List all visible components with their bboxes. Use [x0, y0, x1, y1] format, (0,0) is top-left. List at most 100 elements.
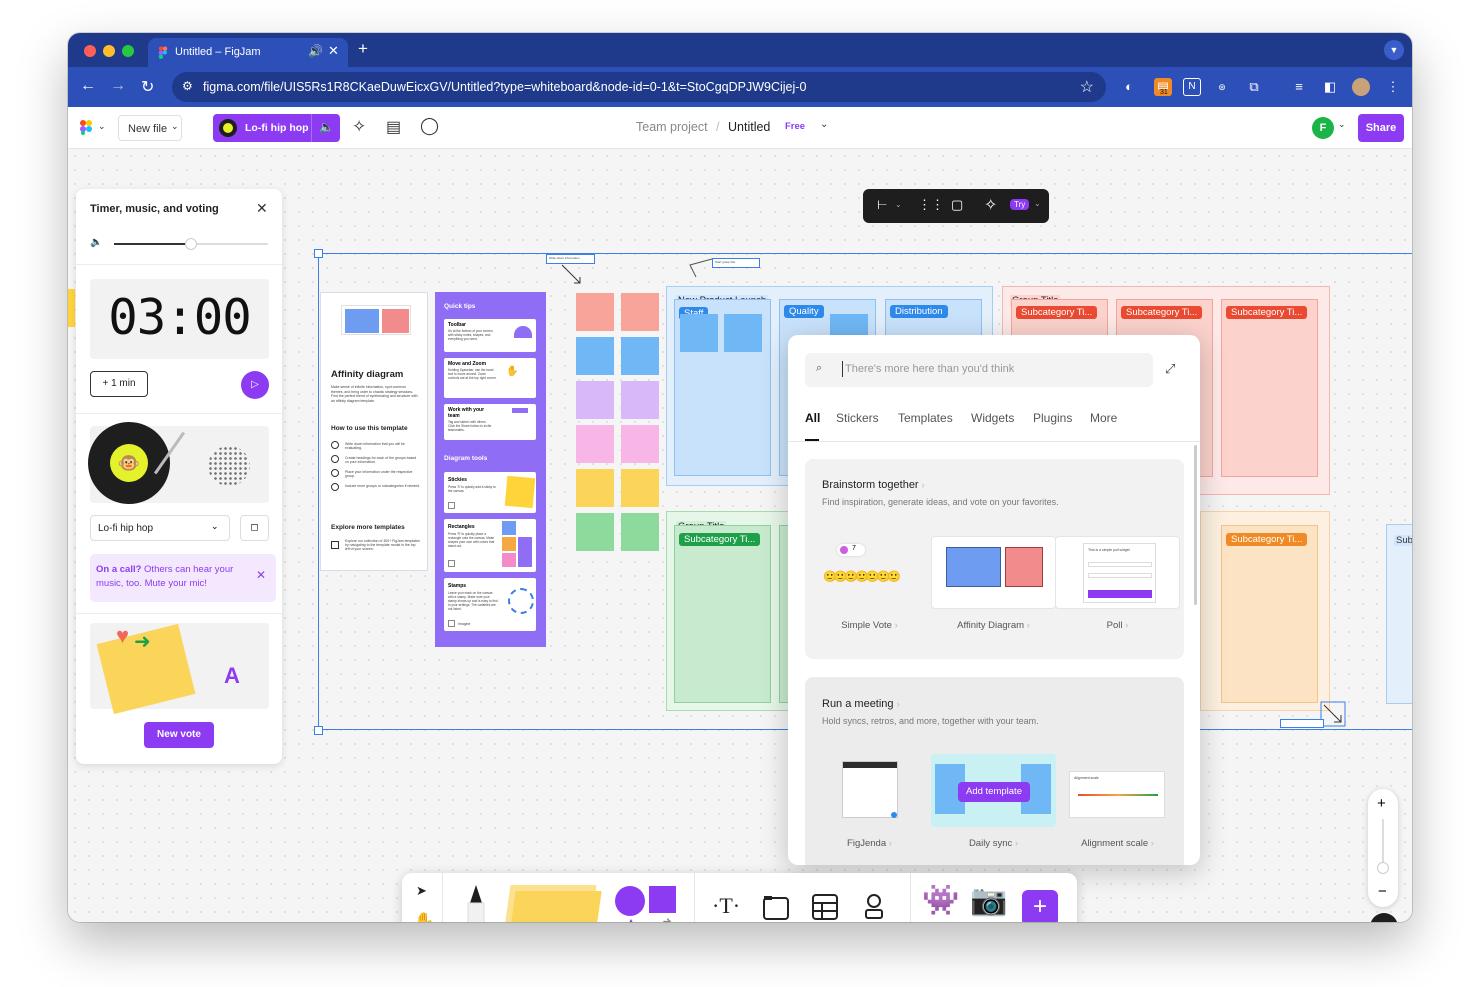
column-subcategory-3[interactable] — [1221, 299, 1318, 477]
triangle-shape-icon[interactable] — [616, 917, 646, 922]
tab-all[interactable]: All — [805, 411, 820, 425]
play-timer-button[interactable]: ▷ — [241, 371, 269, 399]
back-arrow-icon[interactable]: ← — [80, 77, 96, 95]
label-subcategory-1[interactable]: Subcategory Ti... — [1016, 306, 1098, 319]
resize-handle-tl[interactable] — [314, 249, 323, 258]
alignment-scale-caption[interactable]: Alignment scale › — [1055, 838, 1180, 849]
new-vote-button[interactable]: New vote — [144, 722, 214, 748]
bookmark-star-icon[interactable]: ☆ — [1080, 77, 1094, 97]
tab-close-icon[interactable]: ✕ — [328, 43, 339, 59]
figjam-canvas[interactable]: ⊢ ⌄ ⋮⋮ ▢ ✧ Try ⌄ Affinity diagram Make s… — [68, 149, 1412, 922]
plan-badge[interactable]: Free — [785, 121, 805, 132]
grid-dots-icon[interactable]: ⋮⋮ — [918, 197, 944, 213]
circle-shape-icon[interactable] — [615, 886, 645, 916]
section-frame-tool-icon[interactable] — [762, 893, 790, 921]
browser-tab[interactable]: Untitled – FigJam 🔊 ✕ — [148, 38, 348, 67]
music-player-button[interactable]: Lo-fi hip hop 🔈 — [213, 114, 340, 142]
browser-menu-icon[interactable]: ⋮ — [1384, 78, 1402, 96]
sticky-note-yellow[interactable] — [576, 469, 614, 507]
minimize-window-button[interactable] — [103, 45, 115, 57]
expand-popover-icon[interactable]: ⤢ — [1165, 361, 1175, 377]
label-distribution[interactable]: Distribution — [890, 305, 948, 318]
label-sub-cut[interactable]: Sub — [1394, 535, 1412, 546]
extension-notion-icon[interactable]: N — [1183, 78, 1201, 96]
tab-widgets[interactable]: Widgets — [971, 411, 1014, 425]
new-file-button[interactable]: New file ⌄ — [118, 115, 182, 141]
file-name[interactable]: Untitled — [728, 120, 770, 134]
figjenda-caption[interactable]: FigJenda › — [807, 838, 932, 849]
note-label-3[interactable] — [1280, 719, 1324, 728]
sticky-note-green[interactable] — [621, 513, 659, 551]
align-icon[interactable]: ⊢ — [877, 198, 887, 212]
comment-icon[interactable]: ◯ — [420, 116, 439, 136]
breadcrumb-team[interactable]: Team project — [636, 120, 708, 134]
label-subcategory-4[interactable]: Subcategory Ti... — [679, 533, 761, 546]
zoom-in-icon[interactable]: + — [1377, 795, 1386, 812]
add-template-button[interactable]: Add template — [958, 782, 1030, 802]
figjenda-thumbnail[interactable] — [807, 754, 932, 827]
ai-sparkle-toolbar-icon[interactable]: ✧ — [984, 195, 997, 215]
column-subcategory-green[interactable] — [674, 525, 771, 703]
square-shape-icon[interactable] — [649, 886, 676, 913]
music-select[interactable]: Lo-fi hip hop ⌄ — [90, 515, 230, 541]
label-quality[interactable]: Quality — [784, 305, 824, 318]
dismiss-tip-icon[interactable]: ✕ — [256, 568, 266, 582]
sticky-note-blue[interactable] — [724, 314, 762, 352]
mute-music-icon[interactable]: 🔈 — [319, 120, 334, 134]
maximize-window-button[interactable] — [122, 45, 134, 57]
try-ai-button[interactable]: Try — [1010, 199, 1030, 210]
widgets-tool-icon[interactable]: 📷 — [970, 883, 1007, 918]
templates-layout-icon[interactable]: ▤ — [386, 117, 401, 137]
new-tab-button[interactable]: + — [358, 39, 368, 59]
omnibox[interactable]: ⚙ figma.com/file/UIS5Rs1R8CKaeDuwEicxGV/… — [172, 72, 1106, 102]
popover-scrollbar[interactable] — [1194, 445, 1197, 605]
stop-music-button[interactable]: ◻ — [240, 515, 269, 541]
connector-tool-icon[interactable]: ↱ — [660, 915, 673, 922]
side-panel-icon[interactable]: ◧ — [1321, 78, 1339, 96]
zoom-slider-thumb[interactable] — [1377, 862, 1389, 874]
simple-vote-caption[interactable]: Simple Vote › — [807, 620, 932, 631]
resources-search-field[interactable]: ⌕ There's more here than you'd think — [805, 353, 1153, 387]
label-subcategory-2[interactable]: Subcategory Ti... — [1121, 306, 1203, 319]
profile-avatar[interactable] — [1352, 78, 1370, 96]
volume-slider-thumb[interactable] — [185, 238, 197, 250]
poll-caption[interactable]: Poll › — [1055, 620, 1180, 631]
quick-tips-card[interactable]: Quick tips Toolbar It's at the bottom of… — [435, 292, 546, 647]
hand-tool-icon[interactable]: ✋ — [414, 911, 434, 922]
add-minute-button[interactable]: + 1 min — [90, 371, 148, 397]
share-button[interactable]: Share — [1358, 114, 1404, 142]
help-button[interactable]: ? — [1370, 913, 1398, 922]
user-avatar[interactable]: F — [1312, 117, 1334, 139]
sticky-note-yellow[interactable] — [621, 469, 659, 507]
close-window-button[interactable] — [84, 45, 96, 57]
forward-arrow-icon[interactable]: → — [110, 77, 126, 95]
figma-menu-icon[interactable] — [79, 119, 93, 135]
sticky-note-pink[interactable] — [576, 425, 614, 463]
sticky-note-blue[interactable] — [680, 314, 718, 352]
alignment-scale-thumbnail[interactable]: Alignment scale — [1055, 754, 1180, 827]
extensions-puzzle-icon[interactable]: ⧉ — [1245, 78, 1263, 96]
simple-vote-thumbnail[interactable]: 7 🙂🙂🙂🙂🙂🙂🙂 — [807, 536, 932, 609]
sticky-note-lavender[interactable] — [576, 381, 614, 419]
meeting-title[interactable]: Run a meeting › — [822, 698, 900, 710]
extension-circle-icon[interactable]: ⊛ — [1213, 78, 1231, 96]
affinity-diagram-thumbnail[interactable] — [931, 536, 1056, 609]
tab-search-icon[interactable]: ▼ — [1384, 40, 1404, 60]
site-settings-icon[interactable]: ⚙ — [182, 79, 193, 93]
url-text[interactable]: figma.com/file/UIS5Rs1R8CKaeDuwEicxGV/Un… — [203, 80, 806, 94]
sticky-note-coral[interactable] — [621, 293, 659, 331]
column-subcategory-orange[interactable] — [1221, 525, 1318, 703]
sticky-note-coral[interactable] — [576, 293, 614, 331]
tab-more[interactable]: More — [1090, 411, 1117, 425]
affinity-intro-card[interactable]: Affinity diagram Make sense of infinite … — [320, 292, 428, 571]
tab-templates[interactable]: Templates — [898, 411, 953, 425]
section-offscreen[interactable] — [1386, 524, 1412, 704]
reading-list-icon[interactable]: ≡ — [1290, 78, 1308, 96]
daily-sync-thumbnail[interactable]: Add template — [931, 754, 1056, 827]
more-tools-button[interactable]: + — [1022, 890, 1058, 922]
daily-sync-caption[interactable]: Daily sync › — [931, 838, 1056, 849]
sticky-note-blue[interactable] — [576, 337, 614, 375]
file-menu-chevron-icon[interactable]: ⌄ — [820, 119, 828, 130]
reload-icon[interactable]: ↻ — [141, 77, 154, 97]
brainstorm-title[interactable]: Brainstorm together › — [822, 479, 925, 491]
